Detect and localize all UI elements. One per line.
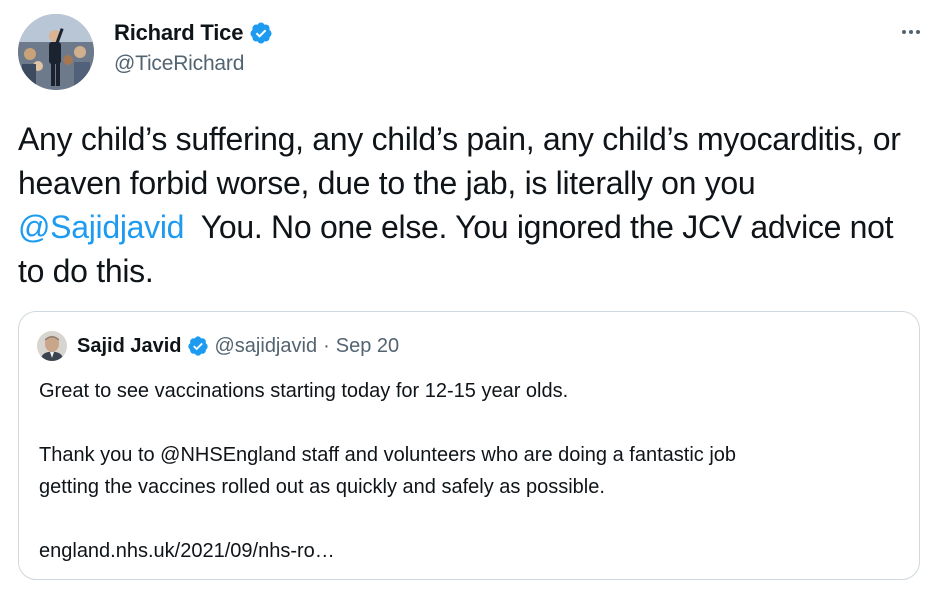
quoted-author-avatar-photo (37, 331, 67, 361)
more-options-button[interactable] (896, 22, 926, 42)
quoted-tweet-line: Great to see vaccinations starting today… (39, 380, 569, 402)
author-avatar-photo (18, 14, 94, 90)
quoted-author-name: Sajid Javid (77, 334, 182, 357)
mention-link[interactable]: @Sajidjavid (18, 209, 184, 245)
author-name[interactable]: Richard Tice (114, 20, 243, 46)
quoted-tweet-card[interactable]: Sajid Javid @sajidjavid · Sep 20 Great t… (18, 311, 920, 580)
quoted-tweet-link: england.nhs.uk/2021/09/nhs-ro… (39, 540, 335, 562)
ellipsis-icon (902, 30, 906, 34)
quoted-tweet-text: Great to see vaccinations starting today… (39, 375, 909, 567)
author-handle[interactable]: @TiceRichard (114, 52, 273, 76)
quoted-author-avatar (37, 331, 67, 361)
quoted-tweet-date: Sep 20 (335, 334, 400, 357)
author-avatar[interactable] (18, 14, 94, 90)
meta-separator: · (323, 334, 330, 357)
author-info: Richard Tice @TiceRichard (114, 18, 273, 76)
ellipsis-icon (916, 30, 920, 34)
verified-badge-icon (187, 336, 208, 356)
tweet-text: Any child’s suffering, any child’s pain,… (18, 117, 923, 293)
line-break (39, 503, 909, 535)
tweet-text-part: Any child’s suffering, any child’s pain,… (18, 121, 901, 201)
line-break (39, 407, 909, 439)
ellipsis-icon (909, 30, 913, 34)
author-name-row: Richard Tice (114, 18, 273, 48)
quoted-tweet-line: Thank you to @NHSEngland staff and volun… (39, 444, 737, 466)
quoted-tweet-line: getting the vaccines rolled out as quick… (39, 476, 605, 498)
tweet: Richard Tice @TiceRichard Any child’s su… (0, 0, 940, 600)
quoted-tweet-header: Sajid Javid @sajidjavid · Sep 20 (37, 328, 399, 364)
quoted-author-handle: @sajidjavid (214, 334, 318, 357)
verified-badge-icon (250, 22, 272, 44)
